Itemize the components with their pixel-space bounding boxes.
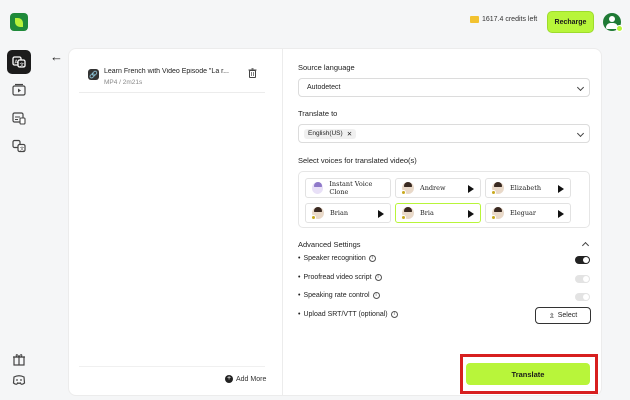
file-title: Learn French with Video Episode "La r... — [104, 68, 229, 75]
chevron-up-icon[interactable] — [581, 241, 590, 250]
voice-eleguar[interactable]: Eleguar — [485, 203, 571, 223]
info-icon[interactable]: i — [374, 274, 382, 281]
subtitles-icon[interactable] — [7, 106, 31, 130]
info-icon[interactable]: i — [368, 255, 376, 262]
option-label: Upload SRT/VTT (optional) — [303, 311, 388, 318]
chevron-down-icon — [576, 83, 585, 92]
option-speaker-recognition: • Speaker recognition i — [298, 255, 376, 262]
voice-name: Andrew — [420, 184, 446, 192]
voice-name: Instant Voice Clone — [329, 180, 373, 196]
option-proofread-script: • Proofread video script i — [298, 274, 382, 281]
source-language-value: Autodetect — [307, 84, 341, 91]
svg-text:文: 文 — [20, 61, 25, 68]
video-player-icon[interactable] — [7, 78, 31, 102]
voice-avatar — [311, 207, 324, 220]
voice-bria[interactable]: Bria — [395, 203, 481, 223]
info-icon[interactable]: i — [390, 311, 398, 318]
play-icon[interactable] — [468, 185, 474, 193]
bullet: • — [298, 255, 301, 262]
bullet: • — [298, 311, 301, 318]
voice-brian[interactable]: Brian — [305, 203, 391, 223]
avatar-badge — [616, 25, 623, 32]
voice-avatar — [401, 207, 414, 220]
voices-grid: Instant Voice Clone Andrew Elizabeth Bri… — [298, 171, 590, 228]
plus-icon: + — [225, 375, 233, 383]
settings-pane: Source language Autodetect Translate to … — [284, 49, 602, 395]
left-sidebar: A文 文 — [0, 0, 38, 400]
voice-name: Elizabeth — [510, 184, 542, 192]
upload-icon: ⇫ — [548, 312, 555, 320]
voice-avatar — [491, 182, 504, 195]
user-avatar[interactable] — [603, 13, 623, 32]
file-meta: MP4 / 2m21s — [104, 79, 143, 86]
option-label: Speaking rate control — [303, 292, 370, 299]
recharge-button[interactable]: Recharge — [547, 11, 594, 33]
select-file-button[interactable]: ⇫ Select — [535, 307, 591, 324]
voice-avatar — [491, 207, 504, 220]
option-label: Speaker recognition — [303, 255, 366, 262]
play-icon[interactable] — [378, 210, 384, 218]
source-language-select[interactable]: Autodetect — [298, 78, 590, 97]
trash-icon[interactable] — [248, 68, 257, 78]
translate-to-select[interactable]: English(US) ✕ — [298, 124, 590, 143]
info-icon[interactable]: i — [372, 292, 380, 299]
chevron-down-icon — [576, 129, 585, 138]
source-language-label: Source language — [298, 63, 355, 72]
bullet: • — [298, 292, 301, 299]
play-icon[interactable] — [468, 210, 474, 218]
language-tag-label: English(US) — [308, 130, 343, 137]
voice-avatar — [401, 182, 414, 195]
translate-button[interactable]: Translate — [466, 363, 590, 385]
add-more-button[interactable]: + Add More — [225, 375, 266, 383]
close-icon[interactable]: ✕ — [347, 130, 352, 138]
credits-text: 1617.4 credits left — [482, 16, 538, 23]
play-icon[interactable] — [558, 210, 564, 218]
option-speaking-rate: • Speaking rate control i — [298, 292, 380, 299]
credits-icon — [470, 16, 479, 23]
link-icon: 🔗 — [88, 69, 99, 80]
bullet: • — [298, 274, 301, 281]
main-card: 🔗 Learn French with Video Episode "La r.… — [68, 48, 602, 396]
advanced-settings-title: Advanced Settings — [298, 240, 361, 249]
svg-text:文: 文 — [20, 145, 25, 152]
voice-name: Bria — [420, 209, 434, 217]
discord-icon[interactable] — [7, 368, 31, 392]
add-more-label: Add More — [236, 375, 267, 383]
back-arrow-icon[interactable]: ← — [50, 49, 63, 64]
divider — [79, 366, 265, 367]
speaking-rate-toggle[interactable] — [575, 293, 590, 301]
voice-name: Eleguar — [510, 209, 536, 217]
app-logo[interactable] — [10, 13, 28, 31]
credits-indicator: 1617.4 credits left — [470, 16, 537, 23]
language-tag: English(US) ✕ — [304, 128, 357, 139]
speaker-recognition-toggle[interactable] — [575, 256, 590, 264]
voices-label: Select voices for translated video(s) — [298, 156, 417, 165]
voice-instant-voice-clone[interactable]: Instant Voice Clone — [305, 178, 391, 198]
play-icon[interactable] — [558, 185, 564, 193]
select-label: Select — [557, 312, 578, 319]
voice-avatar — [312, 182, 324, 194]
voice-name: Brian — [330, 209, 349, 217]
option-upload-srt: • Upload SRT/VTT (optional) i — [298, 311, 398, 318]
file-list-pane: 🔗 Learn French with Video Episode "La r.… — [69, 49, 283, 395]
video-translate-icon[interactable]: A文 — [7, 50, 31, 74]
divider — [79, 92, 265, 93]
voice-andrew[interactable]: Andrew — [395, 178, 481, 198]
translate-icon[interactable]: 文 — [7, 134, 31, 158]
option-label: Proofread video script — [303, 274, 372, 281]
translate-to-label: Translate to — [298, 109, 338, 118]
voice-elizabeth[interactable]: Elizabeth — [485, 178, 571, 198]
proofread-script-toggle[interactable] — [575, 275, 590, 283]
